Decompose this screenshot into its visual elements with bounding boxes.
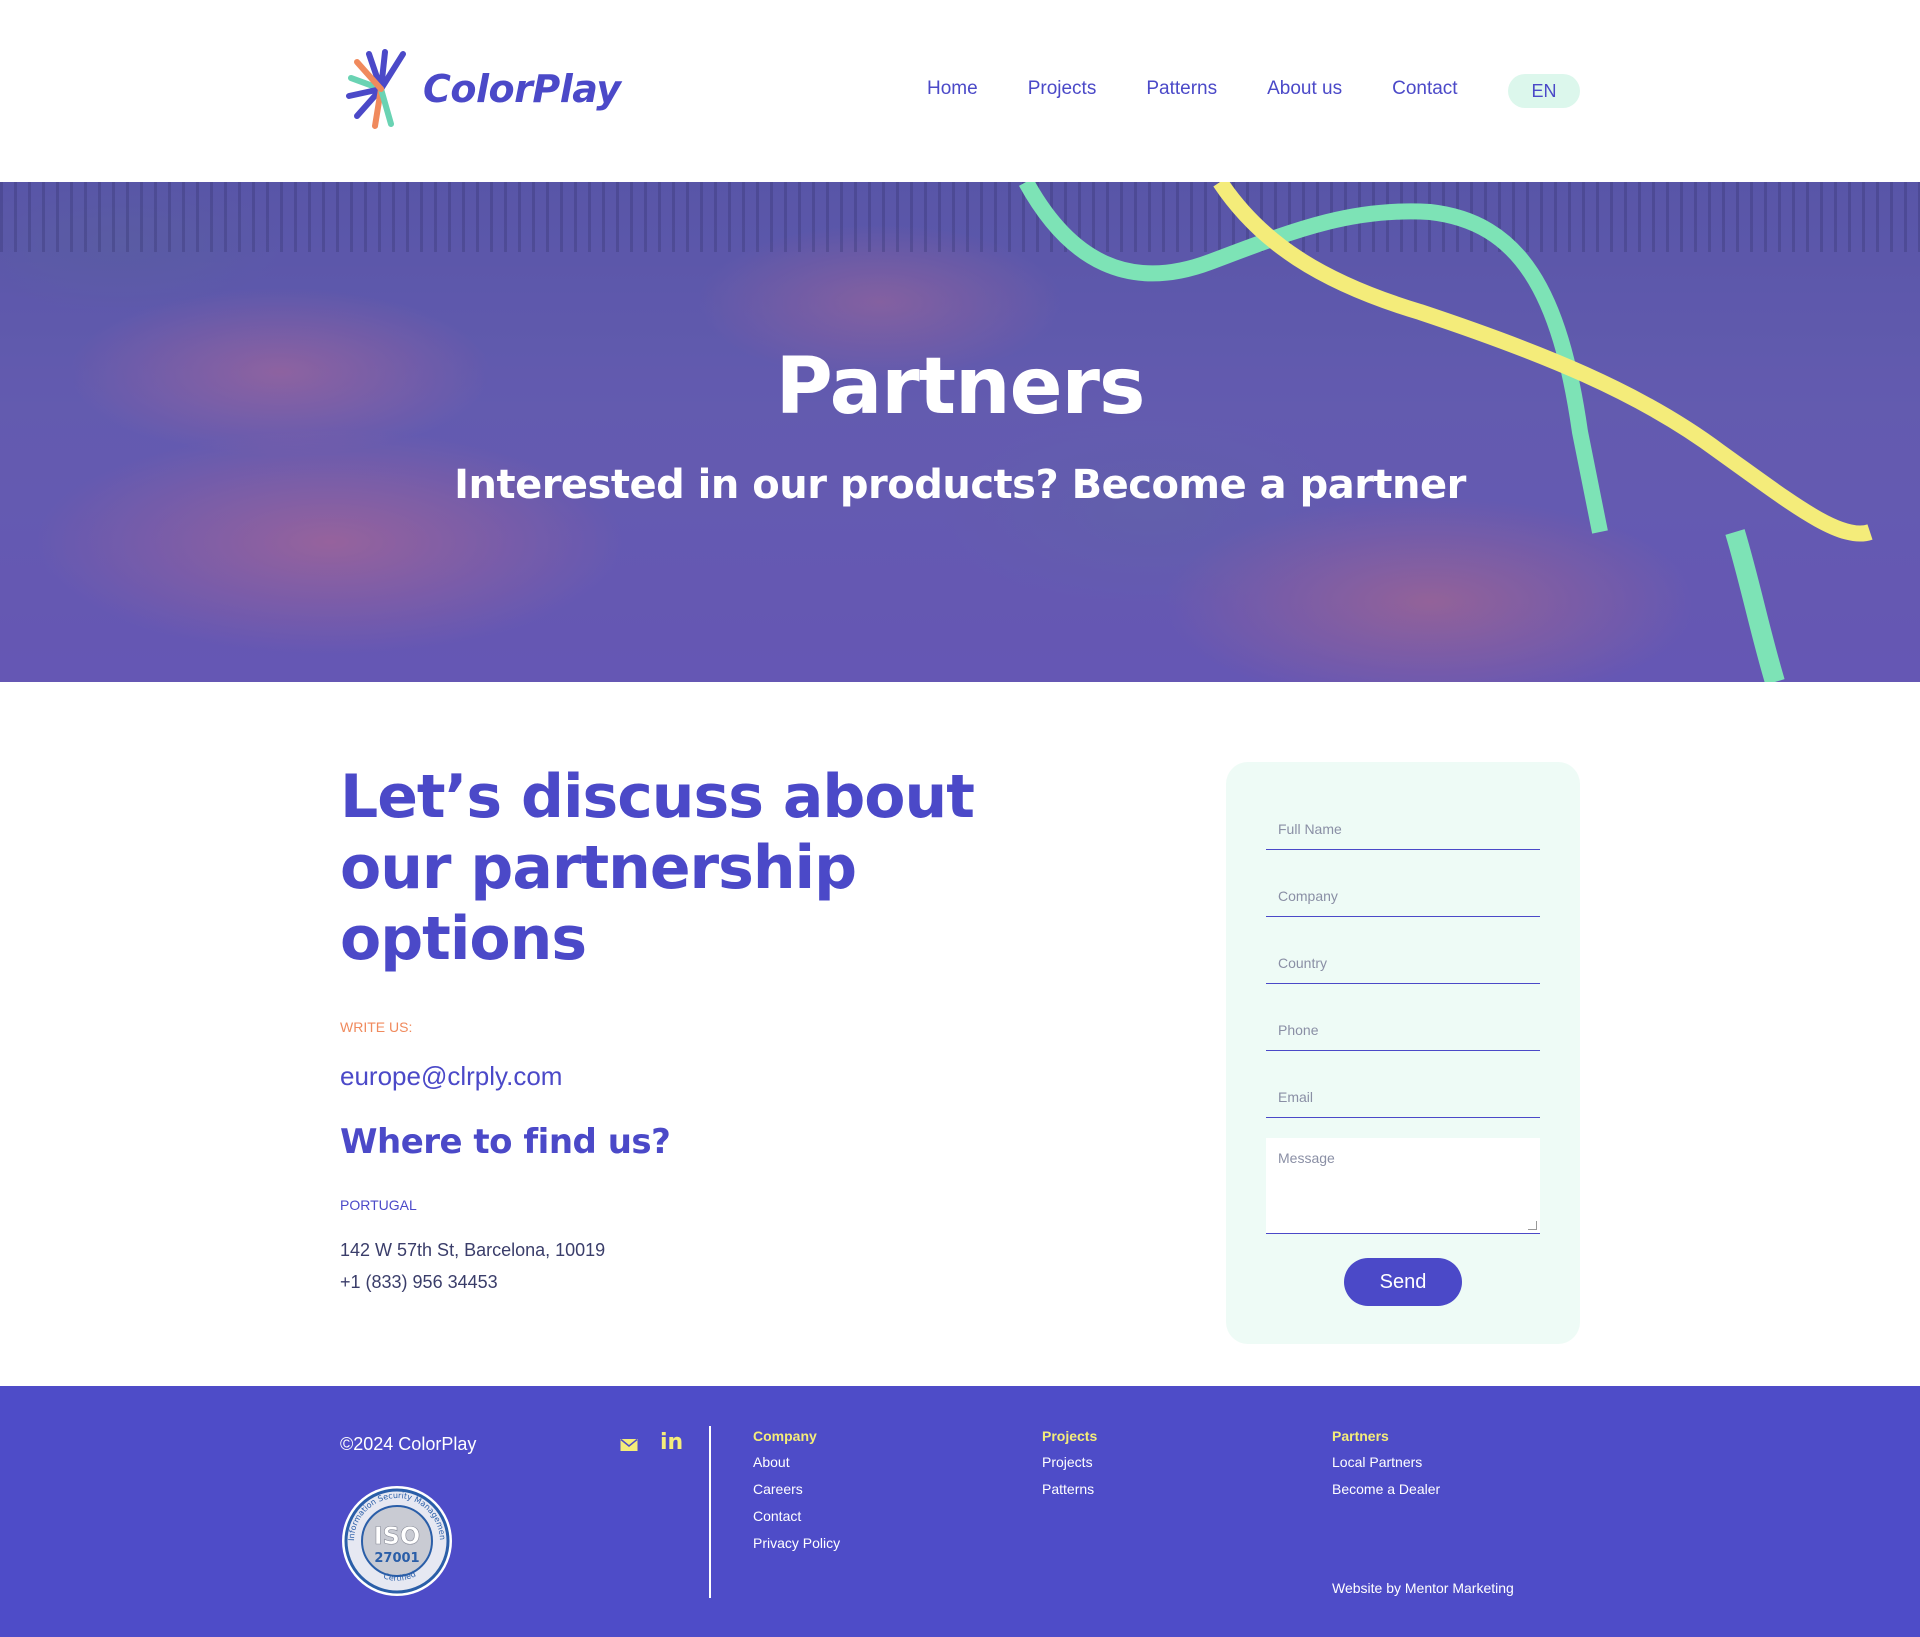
footer-link-become-dealer[interactable]: Become a Dealer bbox=[1332, 1481, 1440, 1497]
iso-badge-mark: ISO bbox=[374, 1522, 421, 1550]
phone-placeholder: Phone bbox=[1278, 1022, 1319, 1038]
footer-partners-title: Partners bbox=[1332, 1428, 1389, 1444]
footer-link-about[interactable]: About bbox=[753, 1454, 840, 1470]
message-placeholder: Message bbox=[1278, 1150, 1335, 1166]
iso-badge-number: 27001 bbox=[374, 1551, 419, 1566]
footer-company-column: Company About Careers Contact Privacy Po… bbox=[753, 1428, 840, 1562]
footer-company-title: Company bbox=[753, 1428, 817, 1444]
footer-projects-title: Projects bbox=[1042, 1428, 1098, 1444]
write-us-label: WRITE US: bbox=[340, 1019, 413, 1035]
company-placeholder: Company bbox=[1278, 888, 1338, 904]
footer-link-contact[interactable]: Contact bbox=[753, 1508, 840, 1524]
partner-form: Full Name Company Country Phone Email Me… bbox=[1226, 762, 1580, 1344]
language-switcher[interactable]: EN bbox=[1508, 74, 1580, 108]
country-field[interactable]: Country bbox=[1266, 944, 1540, 984]
contact-email-link[interactable]: europe@clrply.com bbox=[340, 1061, 562, 1092]
send-button[interactable]: Send bbox=[1344, 1258, 1462, 1306]
nav-projects[interactable]: Projects bbox=[1028, 78, 1097, 100]
site-footer: ©2024 ColorPlay in Information Security … bbox=[0, 1386, 1920, 1637]
partnership-headline: Let’s discuss about our partnership opti… bbox=[340, 762, 975, 974]
hero-banner: Partners Interested in our products? Bec… bbox=[0, 182, 1920, 682]
message-textarea[interactable]: Message bbox=[1266, 1138, 1540, 1234]
nav-home[interactable]: Home bbox=[927, 78, 978, 100]
nav-contact[interactable]: Contact bbox=[1392, 78, 1457, 100]
footer-link-careers[interactable]: Careers bbox=[753, 1481, 840, 1497]
email-placeholder: Email bbox=[1278, 1089, 1314, 1105]
hero-decorative-curves bbox=[1018, 182, 1873, 682]
footer-link-local-partners[interactable]: Local Partners bbox=[1332, 1454, 1440, 1470]
nav-patterns[interactable]: Patterns bbox=[1146, 78, 1217, 100]
email-field[interactable]: Email bbox=[1266, 1078, 1540, 1118]
footer-partners-column: Partners Local Partners Become a Dealer bbox=[1332, 1428, 1440, 1508]
linkedin-icon[interactable]: in bbox=[660, 1430, 683, 1455]
full-name-placeholder: Full Name bbox=[1278, 821, 1342, 837]
location-country: PORTUGAL bbox=[340, 1197, 417, 1213]
resize-grip-icon[interactable] bbox=[1528, 1221, 1537, 1230]
company-field[interactable]: Company bbox=[1266, 877, 1540, 917]
hero-subtitle: Interested in our products? Become a par… bbox=[454, 462, 1466, 508]
nav-about-us[interactable]: About us bbox=[1267, 78, 1342, 100]
logo-text: ColorPlay bbox=[423, 67, 621, 111]
footer-projects-column: Projects Projects Patterns bbox=[1042, 1428, 1097, 1508]
footer-divider bbox=[709, 1426, 711, 1598]
footer-link-privacy-policy[interactable]: Privacy Policy bbox=[753, 1535, 840, 1551]
location-address: 142 W 57th St, Barcelona, 10019 bbox=[340, 1240, 606, 1260]
copyright: ©2024 ColorPlay bbox=[340, 1434, 477, 1454]
where-to-find-heading: Where to find us? bbox=[340, 1122, 671, 1162]
hero-title: Partners bbox=[775, 342, 1146, 432]
phone-field[interactable]: Phone bbox=[1266, 1011, 1540, 1051]
footer-link-projects[interactable]: Projects bbox=[1042, 1454, 1097, 1470]
footer-link-patterns[interactable]: Patterns bbox=[1042, 1481, 1097, 1497]
iso-27001-badge: Information Security Management ISO 2700… bbox=[340, 1484, 452, 1596]
logo-burst-icon bbox=[346, 49, 406, 129]
mail-icon[interactable] bbox=[620, 1438, 638, 1452]
website-credit-link[interactable]: Website by Mentor Marketing bbox=[1332, 1580, 1514, 1596]
main-nav: Home Projects Patterns About us Contact bbox=[927, 78, 1508, 100]
site-header: ColorPlay Home Projects Patterns About u… bbox=[0, 0, 1920, 182]
location-phone[interactable]: +1 (833) 956 34453 bbox=[340, 1272, 498, 1293]
country-placeholder: Country bbox=[1278, 955, 1328, 971]
full-name-field[interactable]: Full Name bbox=[1266, 810, 1540, 850]
logo[interactable]: ColorPlay bbox=[345, 44, 621, 134]
